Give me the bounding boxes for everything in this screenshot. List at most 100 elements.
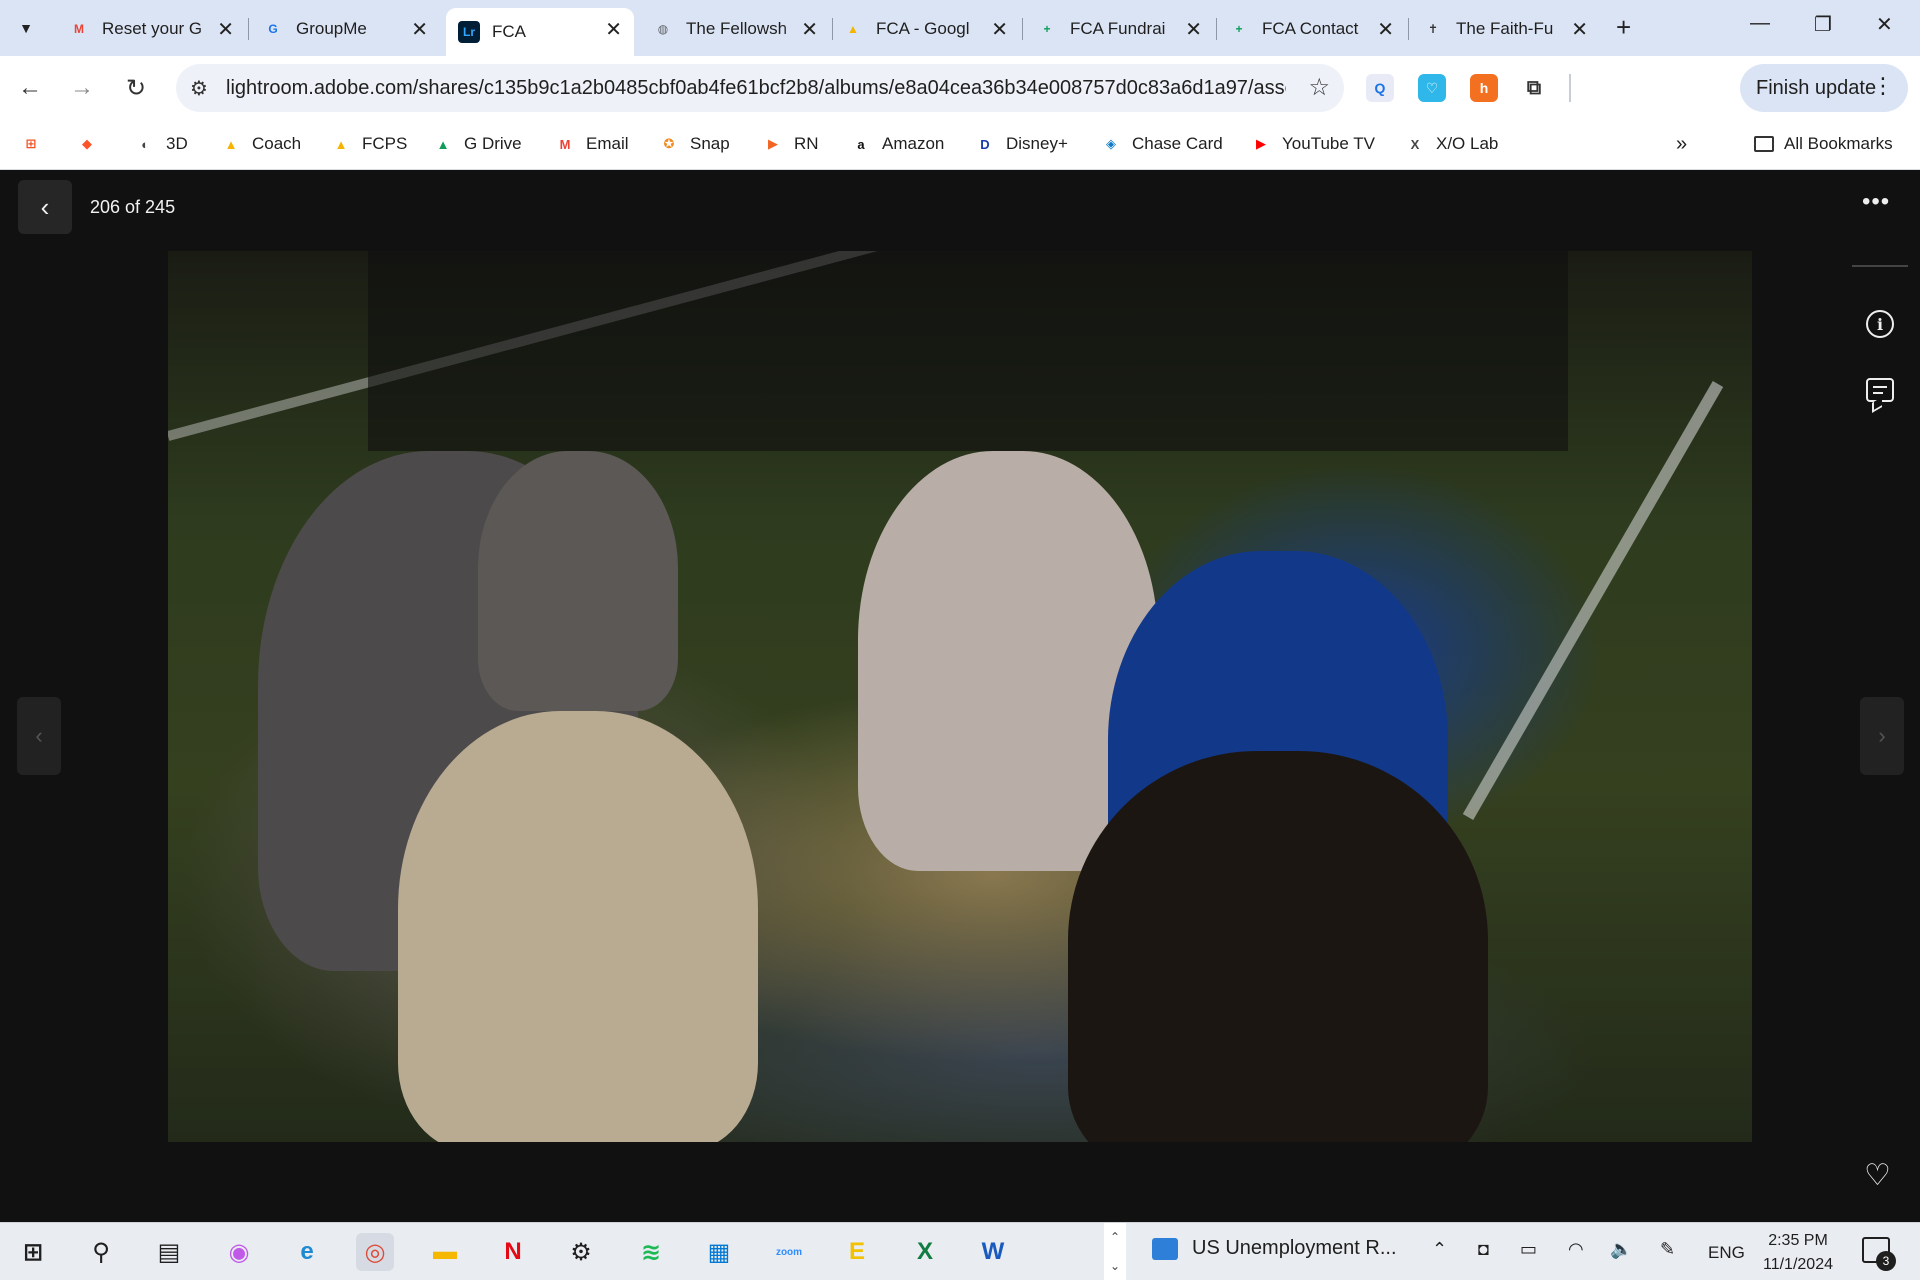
store-icon[interactable]: ▦ — [700, 1233, 738, 1271]
groupme-icon: G — [268, 22, 278, 36]
show-hidden-icons-chevron-icon[interactable]: ⌃ — [1432, 1239, 1447, 1260]
photo-figure-tan-jacket — [398, 711, 758, 1142]
battery-icon[interactable]: ▭ — [1520, 1239, 1537, 1260]
next-photo-arrow[interactable]: › — [1860, 697, 1904, 775]
edge-game-icon[interactable]: E — [838, 1233, 876, 1271]
tab-close-icon[interactable]: ✕ — [1571, 17, 1588, 42]
meet-now-icon[interactable]: ◘ — [1478, 1239, 1489, 1260]
bookmark-snap[interactable]: ✪ Snap — [658, 128, 730, 160]
settings-icon[interactable]: ⚙ — [562, 1233, 600, 1271]
netflix-icon[interactable]: N — [494, 1233, 532, 1271]
tab-7[interactable]: ✝ The Faith-Fu ✕ — [1410, 8, 1600, 50]
wifi-icon[interactable]: ◠ — [1568, 1239, 1584, 1260]
pen-icon[interactable]: ✎ — [1660, 1239, 1675, 1260]
tab-4[interactable]: ▲ FCA - Googl ✕ — [830, 8, 1020, 50]
comment-icon[interactable] — [1866, 378, 1894, 402]
bookmark-x-o-lab[interactable]: X X/O Lab — [1404, 128, 1499, 160]
bookmark-label: YouTube TV — [1282, 134, 1375, 153]
folder-icon — [1754, 136, 1774, 152]
bookmark-rn[interactable]: ▶ RN — [762, 128, 819, 160]
all-bookmarks-button[interactable]: All Bookmarks — [1754, 128, 1893, 160]
info-icon[interactable]: i — [1866, 310, 1894, 338]
previous-photo-arrow[interactable]: ‹ — [17, 697, 61, 775]
site-settings-icon[interactable]: ⚙ — [190, 76, 208, 101]
tab-close-icon[interactable]: ✕ — [1185, 17, 1202, 42]
tab-5[interactable]: + FCA Fundrai ✕ — [1024, 8, 1214, 50]
bookmark-star-icon[interactable]: ☆ — [1308, 73, 1330, 102]
copilot-icon[interactable]: ◉ — [220, 1233, 258, 1271]
google-sheets-icon: + — [1043, 22, 1051, 36]
new-tab-plus-icon[interactable]: + — [1616, 12, 1631, 43]
bookmarks-bar: ⊞ ◆ ◐ 3D ▲ Coach ▲ FCPS ▲ G Drive M Email ✪ Snap ▶ RN a A… — [0, 120, 1920, 170]
widgets-news[interactable]: US Unemployment R... — [1152, 1237, 1397, 1260]
tab-2[interactable]: Lr FCA ✕ — [446, 8, 634, 56]
rail-divider — [1852, 265, 1908, 267]
bookmark-label: FCPS — [362, 134, 408, 153]
photo-image — [168, 251, 1752, 1142]
tab-close-icon[interactable]: ✕ — [801, 17, 818, 42]
bookmark-coach[interactable]: ▲ Coach — [220, 128, 302, 160]
restore-icon[interactable]: ❐ — [1814, 12, 1832, 37]
word-icon[interactable]: W — [974, 1233, 1012, 1271]
clock[interactable]: 2:35 PM 11/1/2024 — [1752, 1229, 1844, 1277]
bookmark-windows[interactable]: ⊞ — [20, 128, 52, 160]
close-window-icon[interactable]: ✕ — [1876, 12, 1893, 37]
file-explorer-icon[interactable]: ▬ — [426, 1233, 464, 1271]
language-indicator[interactable]: ENG — [1708, 1243, 1745, 1263]
tab-3[interactable]: ◍ The Fellowsh ✕ — [640, 8, 830, 50]
taskbar-scroll-chevrons[interactable]: ⌃ ⌄ — [1104, 1223, 1126, 1280]
tab-close-icon[interactable]: ✕ — [411, 17, 428, 42]
volume-icon[interactable]: 🔈 — [1610, 1239, 1632, 1260]
search-icon[interactable]: ⚲ — [82, 1233, 120, 1271]
viewer-back-button[interactable]: ‹ — [18, 180, 72, 234]
tab-title: FCA Fundrai — [1070, 19, 1166, 38]
bookmark-3d[interactable]: ◐ 3D — [134, 128, 188, 160]
toolbar: ← → ↻ ⚙ lightroom.adobe.com/shares/c135b… — [0, 56, 1920, 120]
bookmark-disney-[interactable]: D Disney+ — [974, 128, 1068, 160]
chrome-icon[interactable]: ◎ — [356, 1233, 394, 1271]
extensions-puzzle-icon[interactable]: ⧉ — [1520, 74, 1548, 102]
heart-icon[interactable]: ♡ — [1864, 1158, 1891, 1193]
tab-6[interactable]: + FCA Contact ✕ — [1216, 8, 1406, 50]
tab-close-icon[interactable]: ✕ — [1377, 17, 1394, 42]
zoom-icon[interactable]: zoom — [770, 1233, 808, 1271]
address-bar[interactable]: ⚙ lightroom.adobe.com/shares/c135b9c1a2b… — [176, 64, 1344, 112]
clock-time: 2:35 PM — [1768, 1232, 1828, 1249]
bookmarks-overflow-chevron-icon[interactable]: » — [1676, 128, 1687, 160]
address-url[interactable]: lightroom.adobe.com/shares/c135b9c1a2b04… — [226, 77, 1286, 100]
finish-update-button[interactable]: Finish update ⋮ — [1740, 64, 1908, 112]
bookmark-label: RN — [794, 134, 819, 153]
tab-0[interactable]: M Reset your G ✕ — [56, 8, 246, 50]
bookmark-email[interactable]: M Email — [554, 128, 629, 160]
bookmark-label: Amazon — [882, 134, 945, 153]
tab-search-chevron-icon[interactable]: ▼ — [8, 10, 44, 46]
back-arrow-icon[interactable]: ← — [12, 70, 48, 106]
bookmark-amazon[interactable]: a Amazon — [850, 128, 944, 160]
bookmark-chase-card[interactable]: ◈ Chase Card — [1100, 128, 1223, 160]
bookmark-brave[interactable]: ◆ — [76, 128, 108, 160]
tab-title: FCA Contact — [1262, 19, 1359, 38]
bookmark-label: G Drive — [464, 134, 522, 153]
task-view-icon[interactable]: ▤ — [150, 1233, 188, 1271]
tab-close-icon[interactable]: ✕ — [217, 17, 234, 42]
bookmark-youtube-tv[interactable]: ▶ YouTube TV — [1250, 128, 1375, 160]
bookmark-fcps[interactable]: ▲ FCPS — [330, 128, 408, 160]
edge-icon[interactable]: e — [288, 1233, 326, 1271]
bookmark-g-drive[interactable]: ▲ G Drive — [432, 128, 522, 160]
spotify-icon[interactable]: ≋ — [632, 1233, 670, 1271]
tab-separator — [248, 18, 249, 40]
minimize-icon[interactable]: — — [1750, 12, 1770, 35]
tab-1[interactable]: G GroupMe ✕ — [250, 8, 440, 50]
forward-arrow-icon[interactable]: → — [64, 70, 100, 106]
photo-standing-crowd — [368, 251, 1568, 451]
extension-q-icon[interactable]: Q — [1366, 74, 1394, 102]
excel-icon[interactable]: X — [906, 1233, 944, 1271]
tab-close-icon[interactable]: ✕ — [605, 17, 622, 42]
kebab-menu-icon[interactable]: ⋮ — [1872, 73, 1894, 99]
extension-honey-icon[interactable]: h — [1470, 74, 1498, 102]
start-icon[interactable]: ⊞ — [14, 1233, 52, 1271]
reload-icon[interactable]: ↻ — [118, 70, 154, 106]
extension-heart-icon[interactable]: ♡ — [1418, 74, 1446, 102]
more-options-icon[interactable]: ••• — [1862, 188, 1890, 216]
tab-close-icon[interactable]: ✕ — [991, 17, 1008, 42]
